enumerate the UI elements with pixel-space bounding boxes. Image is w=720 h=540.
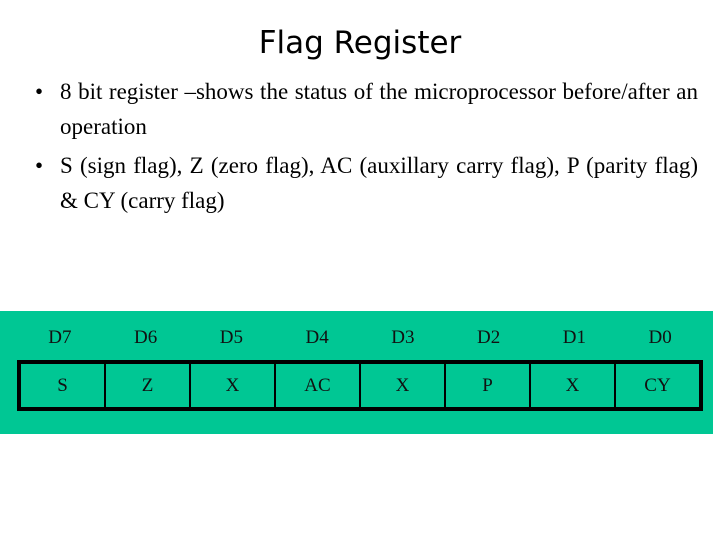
page-title: Flag Register bbox=[258, 25, 462, 61]
bit-label-d5: D5 bbox=[219, 327, 243, 348]
bit-label-d7: D7 bbox=[48, 327, 72, 348]
bit-label-d1: D1 bbox=[562, 327, 586, 348]
bullet-marker: • bbox=[35, 79, 44, 104]
register-cell-d7: S bbox=[21, 364, 106, 407]
list-item-text: S (sign flag), Z (zero flag), AC (auxill… bbox=[60, 153, 698, 213]
bullet-marker: • bbox=[35, 153, 44, 178]
list-item: • 8 bit register –shows the status of th… bbox=[22, 74, 698, 144]
register-cell-d2: P bbox=[446, 364, 531, 407]
register-cell-d3: X bbox=[361, 364, 446, 407]
register-cell-d4: AC bbox=[276, 364, 361, 407]
bit-label-d0: D0 bbox=[648, 327, 672, 348]
list-item: • S (sign flag), Z (zero flag), AC (auxi… bbox=[22, 148, 698, 218]
register-table: S Z X AC X P X CY bbox=[17, 360, 703, 411]
list-item-text: 8 bit register –shows the status of the … bbox=[60, 79, 698, 139]
bit-label-d6: D6 bbox=[134, 327, 158, 348]
bit-label-d2: D2 bbox=[477, 327, 501, 348]
bit-index-header: D7 D6 D5 D4 D3 D2 D1 D0 bbox=[17, 323, 703, 353]
bit-label-d4: D4 bbox=[305, 327, 329, 348]
register-cell-d0: CY bbox=[644, 374, 671, 396]
bullet-list: • 8 bit register –shows the status of th… bbox=[22, 74, 698, 222]
register-cell-d1: X bbox=[531, 364, 616, 407]
register-cell-d5: X bbox=[191, 364, 276, 407]
bit-label-d3: D3 bbox=[391, 327, 415, 348]
slide: Flag Register • 8 bit register –shows th… bbox=[0, 0, 720, 540]
flag-register-diagram: D7 D6 D5 D4 D3 D2 D1 D0 S Z X AC X P X C… bbox=[0, 311, 713, 434]
register-cell-d6: Z bbox=[106, 364, 191, 407]
